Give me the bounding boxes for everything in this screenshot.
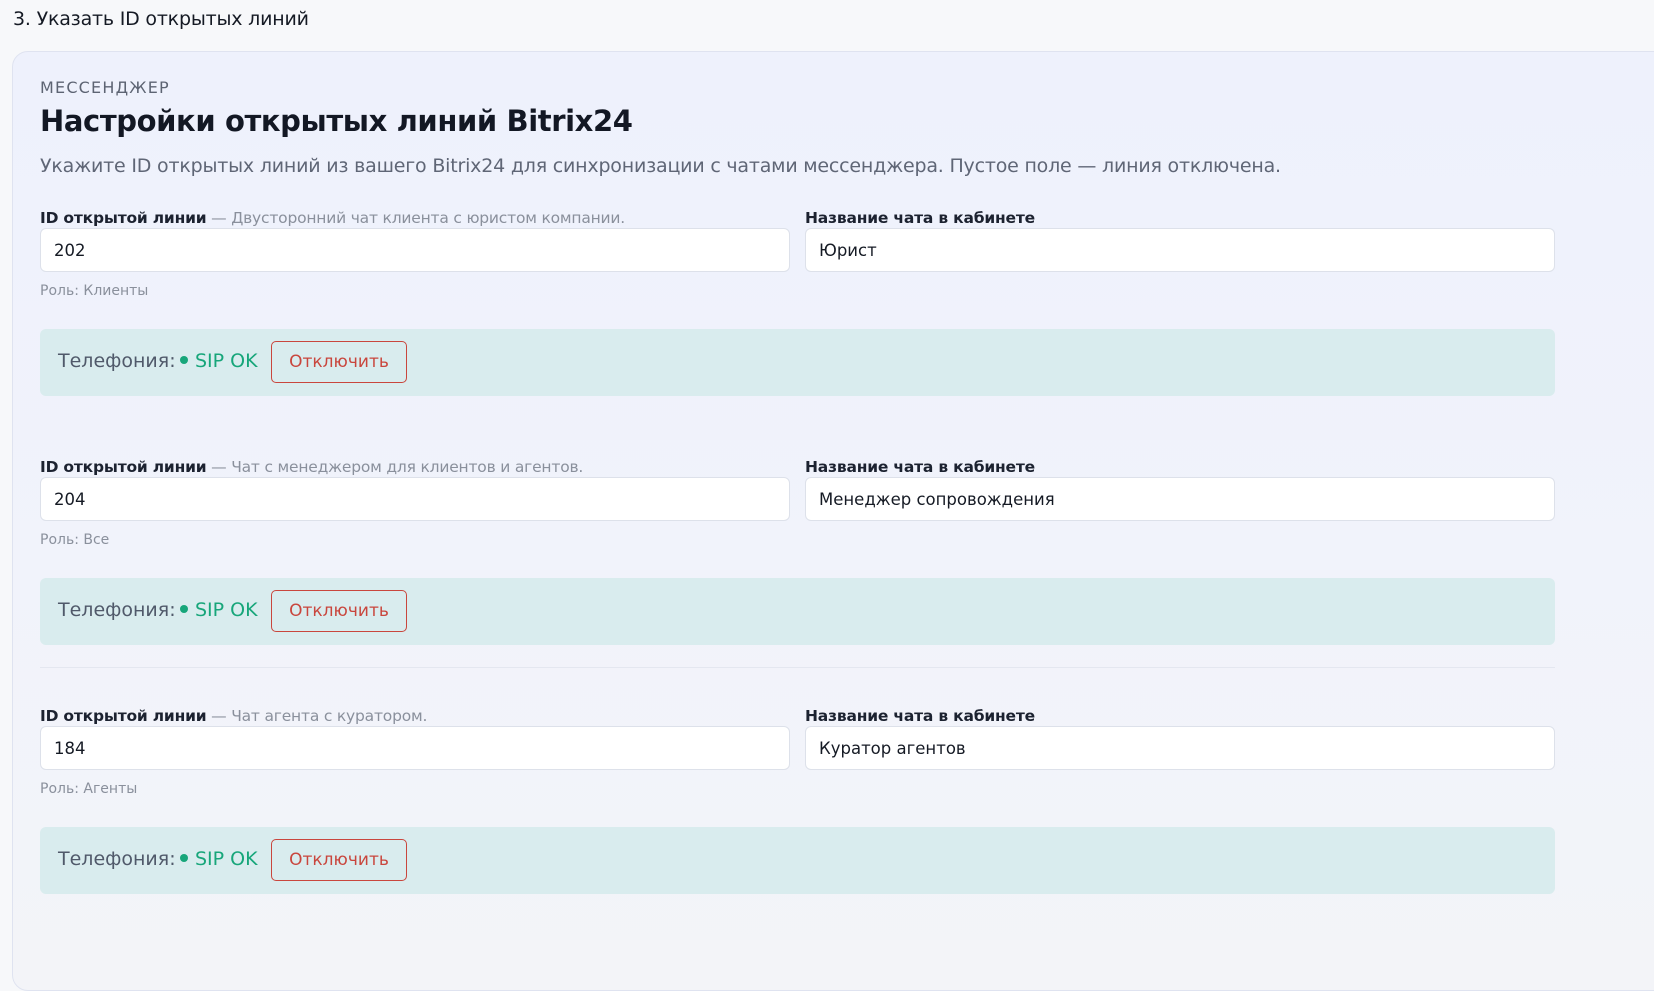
- line-divider: [40, 667, 1555, 668]
- chat-name-label-text: Название чата в кабинете: [805, 458, 1035, 476]
- step-title: 3. Указать ID открытых линий: [13, 8, 309, 30]
- line-id-label: ID открытой линии — Чат с менеджером для…: [40, 458, 583, 476]
- status-dot-icon: [180, 853, 188, 862]
- sip-status: SIP OK: [180, 848, 258, 870]
- section-heading: Настройки открытых линий Bitrix24: [40, 104, 633, 138]
- disable-telephony-button[interactable]: Отключить: [271, 341, 407, 383]
- telephony-bar: Телефония: SIP OK Отключить: [40, 329, 1555, 396]
- line-id-input[interactable]: [40, 477, 790, 521]
- line-id-label-text: ID открытой линии: [40, 209, 207, 227]
- line-id-label: ID открытой линии — Двусторонний чат кли…: [40, 209, 625, 227]
- line-id-label-text: ID открытой линии: [40, 707, 207, 725]
- disable-telephony-button[interactable]: Отключить: [271, 590, 407, 632]
- role-note: Роль: Агенты: [40, 781, 138, 797]
- telephony-label: Телефония:: [58, 599, 176, 621]
- sip-status-text: SIP OK: [195, 599, 258, 621]
- line-id-input[interactable]: [40, 726, 790, 770]
- chat-name-input[interactable]: [805, 726, 1555, 770]
- section-subtitle: Укажите ID открытых линий из вашего Bitr…: [40, 155, 1281, 177]
- chat-name-label-text: Название чата в кабинете: [805, 707, 1035, 725]
- sip-status-text: SIP OK: [195, 350, 258, 372]
- line-description: — Двусторонний чат клиента с юристом ком…: [211, 209, 626, 227]
- telephony-label: Телефония:: [58, 350, 176, 372]
- role-note: Роль: Все: [40, 532, 110, 548]
- role-note: Роль: Клиенты: [40, 283, 149, 299]
- status-dot-icon: [180, 604, 188, 613]
- status-dot-icon: [180, 355, 188, 364]
- sip-status: SIP OK: [180, 350, 258, 372]
- sip-status-text: SIP OK: [195, 848, 258, 870]
- chat-name-input[interactable]: [805, 477, 1555, 521]
- chat-name-input[interactable]: [805, 228, 1555, 272]
- chat-name-label-text: Название чата в кабинете: [805, 209, 1035, 227]
- section-eyebrow: МЕССЕНДЖЕР: [40, 78, 170, 97]
- sip-status: SIP OK: [180, 599, 258, 621]
- line-id-input[interactable]: [40, 228, 790, 272]
- line-id-label: ID открытой линии — Чат агента с куратор…: [40, 707, 427, 725]
- chat-name-label: Название чата в кабинете: [805, 458, 1035, 476]
- telephony-bar: Телефония: SIP OK Отключить: [40, 827, 1555, 894]
- line-description: — Чат агента с куратором.: [211, 707, 428, 725]
- line-id-label-text: ID открытой линии: [40, 458, 207, 476]
- telephony-label: Телефония:: [58, 848, 176, 870]
- telephony-bar: Телефония: SIP OK Отключить: [40, 578, 1555, 645]
- line-description: — Чат с менеджером для клиентов и агенто…: [211, 458, 584, 476]
- disable-telephony-button[interactable]: Отключить: [271, 839, 407, 881]
- chat-name-label: Название чата в кабинете: [805, 209, 1035, 227]
- chat-name-label: Название чата в кабинете: [805, 707, 1035, 725]
